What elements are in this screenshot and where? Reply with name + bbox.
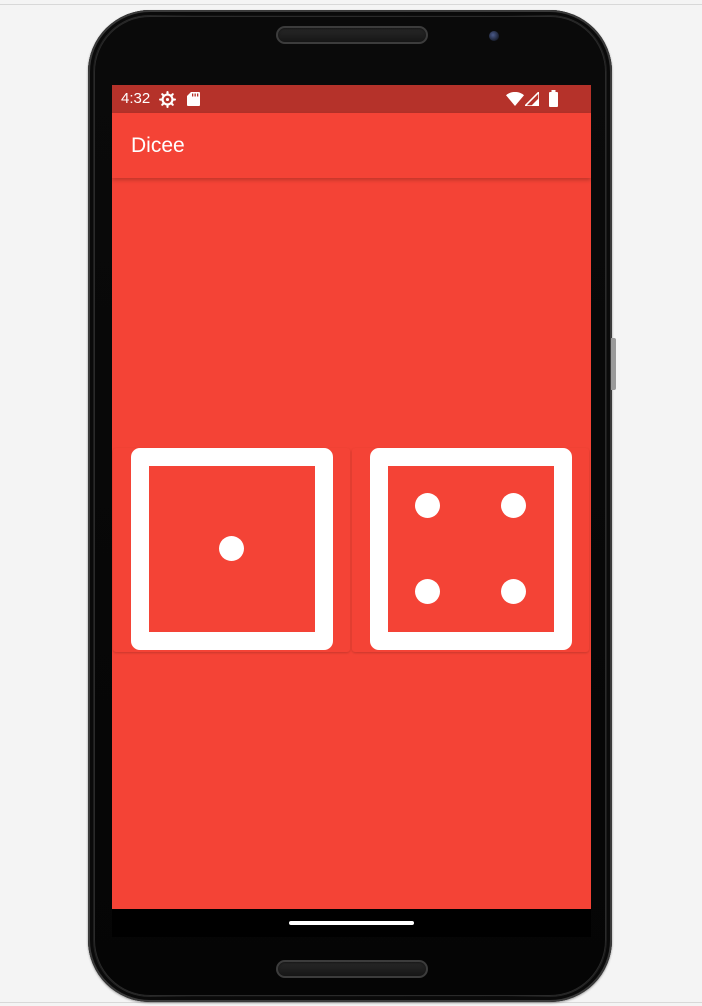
- navigation-bar: [112, 909, 591, 937]
- dice-one-image: [131, 448, 333, 650]
- bottom-divider: [0, 1002, 702, 1003]
- cell-signal-icon: [525, 92, 539, 106]
- side-button[interactable]: [611, 338, 616, 390]
- dice-pip: [415, 493, 440, 518]
- top-speaker-grille: [276, 26, 428, 44]
- dice-pip: [501, 579, 526, 604]
- app-title: Dicee: [131, 134, 185, 157]
- dice-pip: [501, 493, 526, 518]
- phone-screen: 4:32 Dicee: [112, 85, 591, 937]
- bottom-speaker-grille: [276, 960, 428, 978]
- sd-card-icon: [187, 92, 200, 106]
- wifi-icon: [506, 92, 524, 106]
- dice-pip: [219, 536, 244, 561]
- dice-page: [112, 178, 591, 909]
- app-bar: Dicee: [112, 113, 591, 178]
- gear-icon: [159, 91, 176, 108]
- status-time: 4:32: [121, 90, 151, 107]
- dice-pip: [415, 579, 440, 604]
- front-camera-icon: [489, 31, 499, 41]
- right-dice-button[interactable]: [352, 448, 589, 652]
- battery-icon: [549, 90, 558, 107]
- top-divider: [0, 4, 702, 5]
- left-dice-button[interactable]: [113, 448, 350, 652]
- home-gesture-handle[interactable]: [289, 921, 414, 925]
- emulator-window: 4:32 Dicee: [0, 0, 702, 1006]
- status-bar: 4:32: [112, 85, 591, 113]
- dice-four-image: [370, 448, 572, 650]
